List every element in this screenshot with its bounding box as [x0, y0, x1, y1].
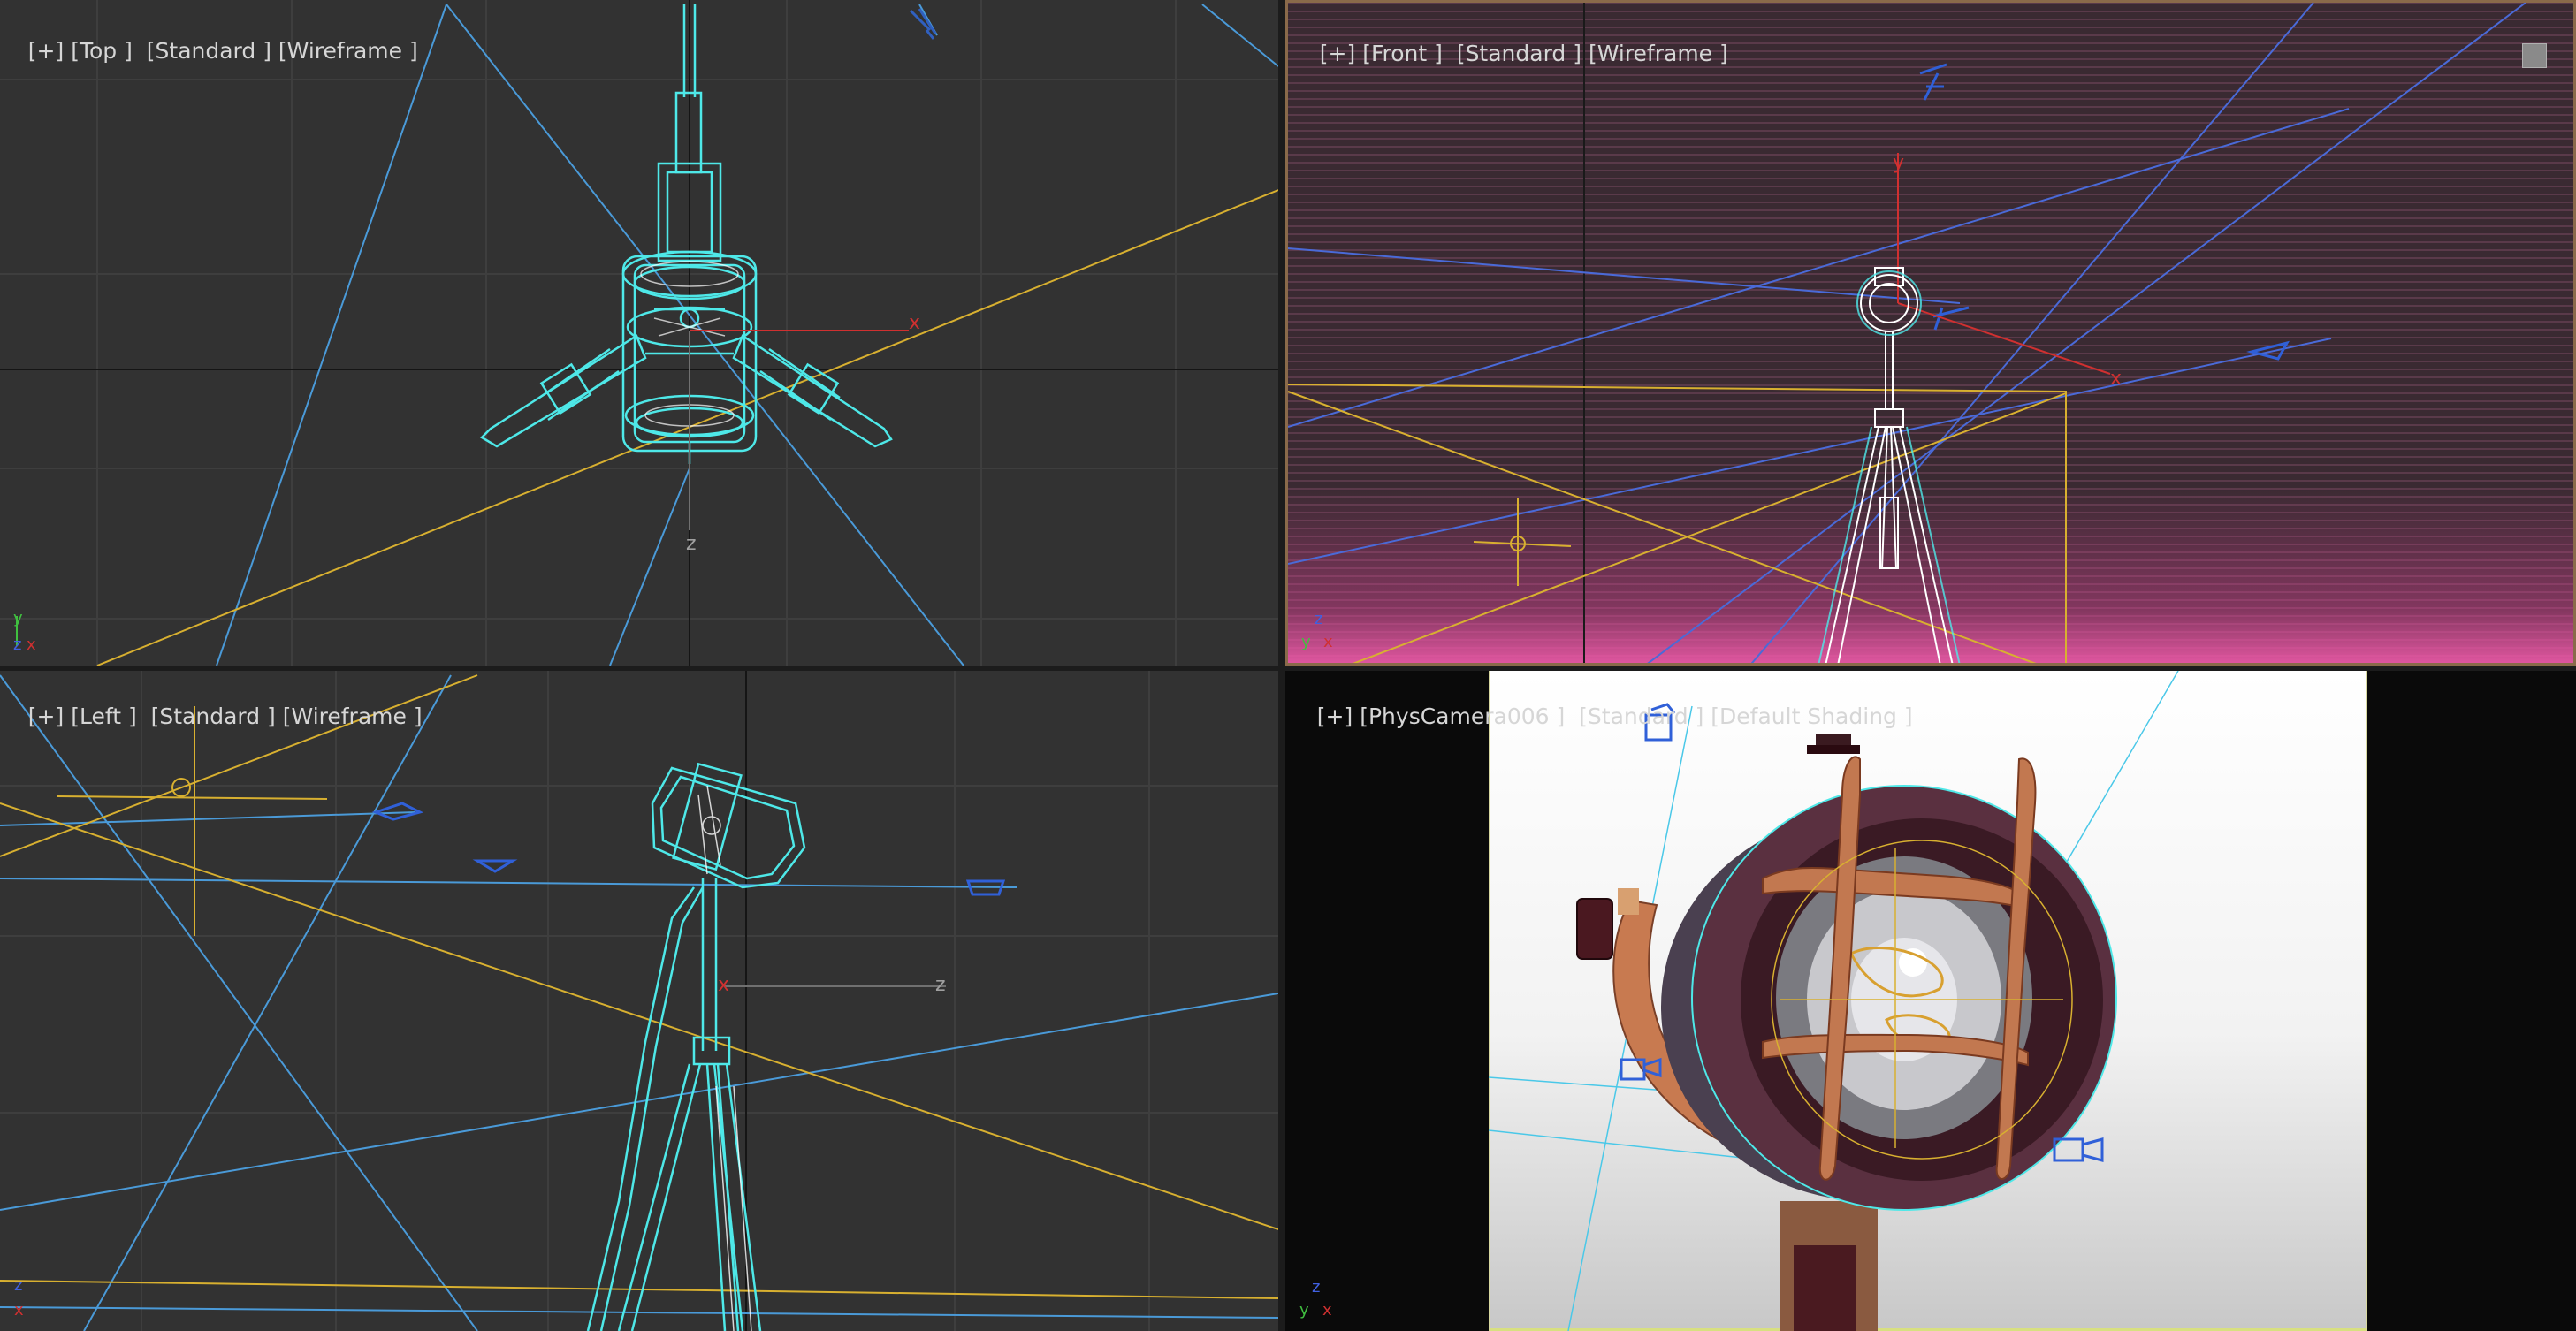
- view-menu[interactable]: [Top ]: [71, 38, 133, 64]
- axis-gizmo-icon: z y x: [1301, 610, 1333, 650]
- viewport-divider-horizontal[interactable]: [0, 666, 2576, 671]
- plus-menu[interactable]: [+]: [1320, 41, 1355, 66]
- z-axis-label: z: [935, 974, 946, 996]
- viewport-front[interactable]: y x [+] [Front ] [Standard ] [Wireframe …: [1285, 0, 2576, 666]
- plus-menu[interactable]: [+]: [1317, 704, 1353, 729]
- plus-menu[interactable]: [+]: [28, 704, 64, 729]
- x-axis-label: x: [718, 974, 729, 996]
- tripod-lamp-model: [1825, 267, 1954, 663]
- y-axis-label: y: [1893, 152, 1904, 174]
- view-menu[interactable]: [Front ]: [1362, 41, 1443, 66]
- svg-text:x: x: [1323, 633, 1333, 650]
- svg-text:y: y: [13, 609, 23, 627]
- svg-text:z: z: [1315, 610, 1322, 628]
- light-frame: [1288, 384, 2067, 663]
- view-menu[interactable]: [PhysCamera006 ]: [1360, 704, 1565, 729]
- axis-gizmo-icon: z y x: [1299, 1278, 1332, 1319]
- camera-icon: [371, 802, 1006, 896]
- x-axis-label: x: [2110, 368, 2122, 390]
- light-lines: [0, 674, 1278, 1299]
- top-view-scene: x z: [0, 0, 1278, 666]
- viewport-front-label: [+] [Front ] [Standard ] [Wireframe ]: [1292, 15, 1728, 92]
- tripod-lamp-model: [1576, 734, 2117, 1331]
- viewport-camera[interactable]: [+] [PhysCamera006 ] [Standard ] [Defaul…: [1285, 671, 2576, 1331]
- z-axis-label: z: [686, 533, 697, 555]
- axis-gizmo-icon: y z x: [13, 609, 36, 653]
- display-mode-menu[interactable]: [Wireframe ]: [278, 38, 418, 64]
- svg-text:x: x: [27, 635, 36, 653]
- plus-menu[interactable]: [+]: [28, 38, 64, 64]
- display-mode-menu[interactable]: [Wireframe ]: [1589, 41, 1728, 66]
- camera-frustum-lines: [1288, 3, 2526, 663]
- svg-text:z: z: [1312, 1278, 1320, 1297]
- view-menu[interactable]: [Left ]: [71, 704, 137, 729]
- viewport-left-label: [+] [Left ] [Standard ] [Wireframe ]: [0, 678, 423, 755]
- svg-text:z: z: [13, 635, 21, 653]
- display-mode-menu[interactable]: [Default Shading ]: [1711, 704, 1912, 729]
- tripod-lamp-model: [479, 4, 893, 464]
- viewport-camera-label: [+] [PhysCamera006 ] [Standard ] [Defaul…: [1289, 678, 1913, 755]
- svg-text:y: y: [1301, 633, 1311, 650]
- camera-view-scene: [1488, 671, 2179, 1331]
- svg-text:z: z: [14, 1276, 22, 1295]
- front-view-scene: y x: [1288, 3, 2526, 663]
- axis-gizmo-icon: z x: [14, 1276, 24, 1319]
- viewport-top[interactable]: x z [+] [Top ] [Standard ] [Wireframe ] …: [0, 0, 1278, 666]
- x-axis-label: x: [909, 312, 920, 334]
- viewport-left[interactable]: x z [+] [Left ] [Standard ] [Wireframe ]…: [0, 671, 1278, 1331]
- viewport-top-label: [+] [Top ] [Standard ] [Wireframe ]: [0, 12, 418, 89]
- maximize-icon[interactable]: [2522, 43, 2547, 68]
- shading-menu[interactable]: [Standard ]: [147, 38, 271, 64]
- left-view-scene: x z: [0, 671, 1278, 1331]
- camera-frustum-lines: [0, 674, 1278, 1331]
- tripod-lamp-model: [586, 762, 806, 1331]
- shading-menu[interactable]: [Standard ]: [151, 704, 276, 729]
- light-icon: [1919, 63, 2290, 361]
- display-mode-menu[interactable]: [Wireframe ]: [283, 704, 423, 729]
- svg-text:x: x: [1322, 1301, 1332, 1319]
- svg-text:y: y: [1299, 1301, 1309, 1319]
- shading-menu[interactable]: [Standard ]: [1579, 704, 1703, 729]
- shading-menu[interactable]: [Standard ]: [1457, 41, 1581, 66]
- svg-text:x: x: [14, 1301, 24, 1319]
- camera-icon: [909, 8, 937, 40]
